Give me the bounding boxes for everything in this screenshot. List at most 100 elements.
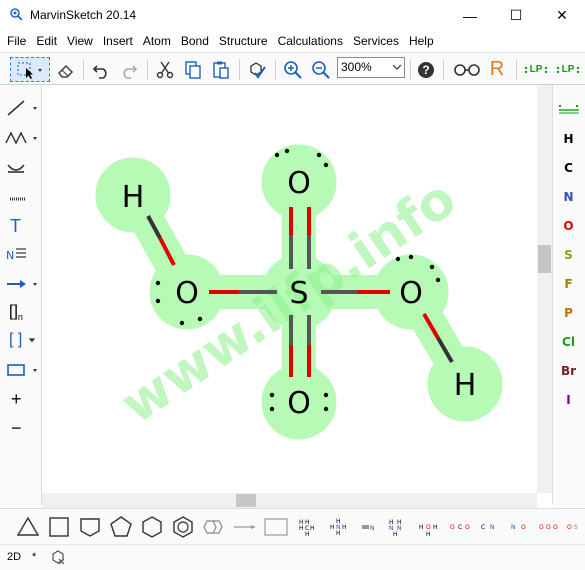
menu-view[interactable]: View: [62, 31, 98, 52]
lone-pair-button[interactable]: LP: [523, 57, 549, 82]
nitroso-group-button[interactable]: NO: [510, 514, 532, 540]
vertical-scrollbar[interactable]: [537, 85, 552, 493]
atom-h2[interactable]: H: [454, 368, 477, 403]
lone-pair-toggle-button[interactable]: LP: [555, 57, 581, 82]
atom-o-top[interactable]: O: [287, 166, 311, 201]
menu-bond[interactable]: Bond: [176, 31, 214, 52]
menu-services[interactable]: Services: [348, 31, 404, 52]
increase-charge-tool[interactable]: +: [4, 386, 40, 412]
svg-text:H: H: [426, 531, 431, 538]
check-structure-button[interactable]: [244, 57, 270, 82]
zoom-in-button[interactable]: [280, 57, 306, 82]
svg-text:H: H: [305, 531, 310, 538]
horizontal-scrollbar[interactable]: [42, 493, 537, 508]
element-button-o[interactable]: O: [552, 219, 585, 233]
benzene-button[interactable]: [170, 514, 196, 540]
element-button-br[interactable]: Br: [552, 364, 585, 378]
redo-button[interactable]: [116, 57, 142, 82]
atom-o1[interactable]: O: [175, 276, 199, 311]
ozone-group-button[interactable]: OOO: [538, 514, 562, 540]
modified-indicator: *: [32, 551, 37, 563]
element-button-h[interactable]: H: [552, 132, 585, 146]
toolbar-separator: [516, 59, 517, 80]
undo-button[interactable]: [88, 57, 114, 82]
ring-6-button[interactable]: [139, 514, 165, 540]
menu-help[interactable]: Help: [404, 31, 439, 52]
single-bond-tool[interactable]: [4, 95, 40, 121]
atom-o2[interactable]: O: [399, 276, 423, 311]
toolbar-separator: [147, 59, 148, 80]
element-button-n[interactable]: N: [552, 190, 585, 204]
ring-4-button[interactable]: [46, 514, 72, 540]
shape-tool[interactable]: [4, 357, 40, 383]
menu-edit[interactable]: Edit: [31, 31, 62, 52]
atom-s[interactable]: S: [289, 276, 308, 311]
text-tool[interactable]: T: [4, 213, 40, 239]
hydrazine-group-button[interactable]: HHNNH: [388, 514, 412, 540]
polymer-bracket-tool[interactable]: [] n: [4, 299, 40, 325]
structure-status-icon[interactable]: [50, 549, 66, 565]
atom-h1[interactable]: H: [122, 180, 145, 215]
minimize-button[interactable]: —: [447, 0, 493, 31]
sulfonyl-group-button[interactable]: OS: [566, 514, 584, 540]
help-button[interactable]: ?: [413, 57, 439, 82]
bracket-tool[interactable]: [ ]: [4, 327, 40, 353]
drawing-canvas[interactable]: www.ilfp.info H O S O O O H: [42, 85, 537, 493]
element-button-s[interactable]: S: [552, 248, 585, 262]
erase-button[interactable]: [53, 57, 79, 82]
cyanide-group-button[interactable]: CN: [480, 514, 500, 540]
zoom-out-button[interactable]: [308, 57, 334, 82]
element-button-i[interactable]: I: [552, 393, 585, 407]
lone-pair-toggle-label: LP: [561, 64, 575, 75]
menu-file[interactable]: File: [2, 31, 31, 52]
cut-button[interactable]: [152, 57, 178, 82]
reaction-arrow-tool[interactable]: [4, 271, 40, 297]
chain-icon: [5, 131, 37, 145]
view-mode-button[interactable]: [452, 57, 482, 82]
element-button-cl[interactable]: Cl: [552, 335, 585, 349]
naphthalene-button[interactable]: [200, 514, 228, 540]
ring-3-button[interactable]: [15, 514, 41, 540]
ring-5-button[interactable]: [108, 514, 134, 540]
element-panel: [552, 85, 585, 505]
element-button-p[interactable]: P: [552, 306, 585, 320]
horizontal-scroll-thumb[interactable]: [236, 494, 256, 507]
chain-shortcut-button[interactable]: [232, 514, 258, 540]
close-button[interactable]: ✕: [539, 0, 585, 31]
r-group-button[interactable]: R: [484, 57, 510, 82]
decrease-charge-tool[interactable]: −: [4, 415, 40, 441]
selection-tool-button[interactable]: [10, 57, 50, 82]
copy-button[interactable]: [180, 57, 206, 82]
chain-tool[interactable]: [4, 125, 40, 151]
ring-tool[interactable]: [4, 155, 40, 181]
element-button-c[interactable]: C: [552, 161, 585, 175]
zoom-out-icon: [312, 60, 330, 79]
pentagon-flat-icon: [80, 518, 100, 537]
atom-o-bottom[interactable]: O: [287, 386, 311, 421]
vertical-scroll-thumb[interactable]: [538, 245, 551, 273]
atom-list-tool[interactable]: N: [4, 241, 40, 267]
element-button-f[interactable]: F: [552, 277, 585, 291]
svg-text:N: N: [397, 525, 402, 532]
svg-text:O: O: [450, 524, 455, 531]
window-title: MarvinSketch 20.14: [30, 8, 137, 22]
marvin-app-icon: [10, 8, 23, 21]
paste-button[interactable]: [208, 57, 234, 82]
shapes-toolbar: HHHCHH HHNHH N HHNNH HOHH OCO CN NO OOO …: [0, 508, 585, 544]
nitrile-group-button[interactable]: N: [360, 514, 380, 540]
menu-structure[interactable]: Structure: [214, 31, 273, 52]
methyl-group-button[interactable]: HHHCHH: [298, 514, 318, 540]
menu-calculations[interactable]: Calculations: [273, 31, 348, 52]
menu-atom[interactable]: Atom: [138, 31, 176, 52]
template-box-button[interactable]: [262, 514, 290, 540]
periodic-table-button[interactable]: [559, 103, 579, 118]
maximize-button[interactable]: ☐: [493, 0, 539, 31]
ammonium-group-button[interactable]: HHNHH: [329, 514, 351, 540]
hydroxyl-group-button[interactable]: HOHH: [418, 514, 442, 540]
zoom-select[interactable]: 300%: [337, 57, 405, 78]
carbonyl-group-button[interactable]: OCO: [449, 514, 473, 540]
menu-insert[interactable]: Insert: [98, 31, 138, 52]
ring-5-bracket-button[interactable]: [77, 514, 103, 540]
dashed-bond-tool[interactable]: [4, 185, 40, 211]
square-icon: [49, 517, 69, 537]
